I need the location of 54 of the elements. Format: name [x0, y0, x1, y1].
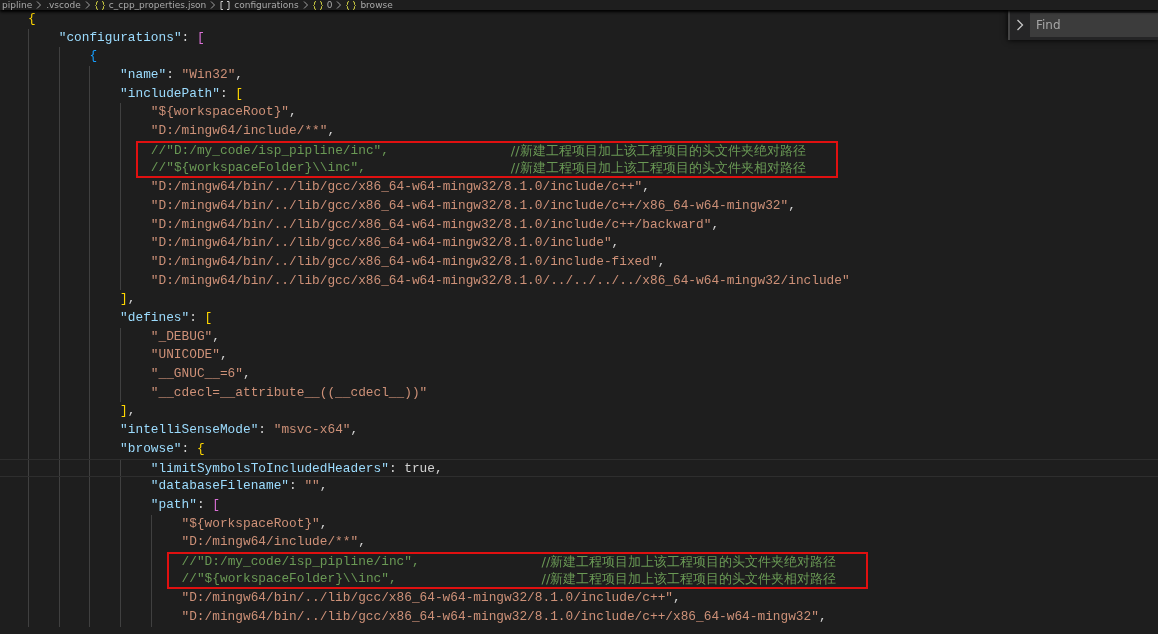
code-line: "D:/mingw64/bin/../lib/gcc/x86_64-w64-mingw32/8.1.0/../../../../x86_64-w64-mingw32/include": [150, 271, 850, 290]
breadcrumb-item[interactable]: browse: [360, 0, 393, 10]
chevron-icon: [36, 1, 43, 9]
chevron-icon: [84, 1, 91, 9]
breadcrumb-item[interactable]: c_cpp_properties.json: [108, 0, 207, 10]
code-line: "D:/mingw64/include/**",: [150, 122, 336, 141]
chevron-icon: [210, 1, 217, 9]
code-comment: //"${workspaceFolder}\\inc",: [181, 570, 398, 588]
code-comment: //新建工程项目加上该工程项目的头文件夹相对路径: [541, 570, 837, 588]
code-line: "D:/mingw64/bin/../lib/gcc/x86_64-w64-mingw32/8.1.0/include/c++/x86_64-w64-mingw32",: [181, 608, 827, 626]
code-line: ],: [120, 402, 136, 421]
code-line: "name": "Win32",: [120, 66, 243, 85]
braces-icon: [346, 0, 357, 10]
chevron-icon: [336, 1, 343, 9]
code-line: "includePath": [: [120, 84, 243, 103]
code-line: "D:/mingw64/bin/../lib/gcc/x86_64-w64-mingw32/8.1.0/include/c++",: [150, 178, 650, 197]
brackets-icon: [220, 0, 231, 10]
code-line: "D:/mingw64/include/**",: [181, 533, 366, 552]
code-line: "D:/mingw64/bin/../lib/gcc/x86_64-w64-mingw32/8.1.0/include/c++",: [181, 589, 681, 608]
code-line: "configurations": [: [58, 28, 205, 47]
code-line: {: [89, 47, 98, 66]
code-comment: //"${workspaceFolder}\\inc",: [150, 159, 367, 177]
code-line: ],: [120, 290, 136, 309]
breadcrumb-item[interactable]: .vscode: [46, 0, 81, 10]
code-line: "${workspaceRoot}",: [150, 103, 297, 122]
braces-icon: [94, 0, 105, 10]
code-line: {: [28, 10, 36, 28]
chevron-icon: [302, 1, 309, 9]
code-comment: //新建工程项目加上该工程项目的头文件夹绝对路径: [541, 553, 837, 571]
code-line: "path": [: [150, 495, 220, 514]
code-line: "UNICODE",: [150, 346, 228, 365]
code-line: "${workspaceRoot}",: [181, 514, 328, 533]
code-line: "D:/mingw64/bin/../lib/gcc/x86_64-w64-mingw32/8.1.0/include/c++/backward",: [150, 215, 720, 234]
braces-icon: [312, 0, 323, 10]
code-line: "__GNUC__=6",: [150, 365, 251, 384]
code-line: "limitSymbolsToIncludedHeaders": true,: [150, 459, 443, 477]
code-line: "_DEBUG",: [150, 327, 220, 346]
code-comment: //"D:/my_code/isp_pipline/inc",: [181, 553, 421, 571]
code-line: "D:/mingw64/bin/../lib/gcc/x86_64-w64-mingw32/8.1.0/include",: [150, 234, 620, 253]
code-comment: //新建工程项目加上该工程项目的头文件夹相对路径: [510, 159, 806, 177]
code-line: "browse": {: [120, 439, 205, 458]
breadcrumb-item[interactable]: configurations: [234, 0, 299, 10]
code-line: "D:/mingw64/bin/../lib/gcc/x86_64-w64-mingw32/8.1.0/include-fixed",: [150, 252, 666, 271]
code-comment: //"D:/my_code/isp_pipline/inc",: [150, 142, 390, 160]
find-input[interactable]: Find: [1030, 13, 1158, 37]
code-line: "intelliSenseMode": "msvc-x64",: [120, 421, 359, 440]
code-line: "D:/mingw64/bin/../lib/gcc/x86_64-w64-mingw32/8.1.0/include/c++/x86_64-w64-mingw32",: [150, 196, 796, 215]
code-line: "__cdecl=__attribute__((__cdecl__))": [150, 383, 428, 402]
chevron-icon[interactable]: [1016, 19, 1024, 31]
breadcrumb-item[interactable]: 0: [326, 0, 333, 10]
code-comment: //新建工程项目加上该工程项目的头文件夹绝对路径: [510, 142, 806, 160]
code-line: "defines": [: [120, 309, 213, 327]
code-line: "databaseFilename": "",: [150, 477, 328, 496]
breadcrumb-item[interactable]: pipline: [2, 0, 33, 10]
